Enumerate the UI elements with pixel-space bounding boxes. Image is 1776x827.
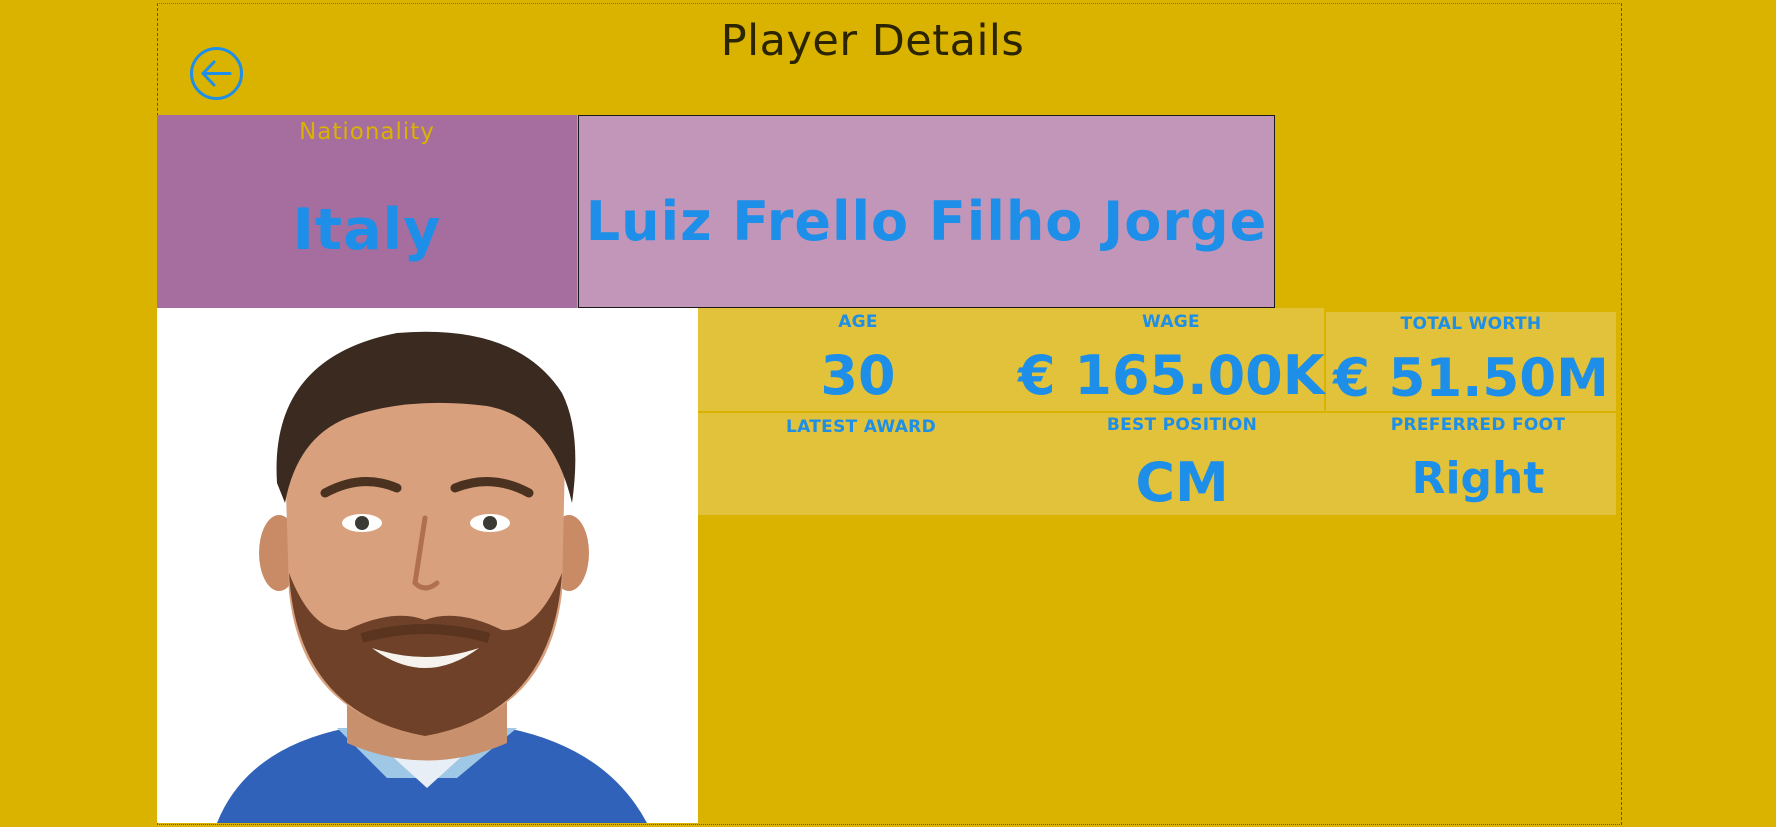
nationality-label: Nationality (299, 119, 435, 145)
stat-value-best-position: CM (1135, 451, 1229, 514)
back-button[interactable] (189, 46, 244, 101)
player-name: Luiz Frello Filho Jorge (585, 190, 1268, 253)
stat-value-age: 30 (820, 344, 896, 407)
stat-label-wage: WAGE (1142, 312, 1200, 332)
stat-value-preferred-foot: Right (1411, 453, 1545, 504)
player-photo (157, 308, 698, 823)
stat-value-wage: € 165.00K (1018, 344, 1325, 407)
stat-card-total-worth: TOTAL WORTH € 51.50M (1326, 312, 1616, 411)
stat-label-age: AGE (838, 312, 878, 332)
stat-card-wage: WAGE € 165.00K (1018, 308, 1325, 411)
page-title: Player Details (720, 16, 1025, 66)
nationality-card: Nationality Italy (157, 115, 577, 308)
stat-value-total-worth: € 51.50M (1333, 348, 1609, 409)
stat-card-age: AGE 30 (698, 308, 1018, 411)
report-page: Player Details Nationality Italy Luiz Fr… (0, 0, 1776, 827)
stat-label-preferred-foot: PREFERRED FOOT (1390, 415, 1566, 435)
stat-card-latest-award: LATEST AWARD (698, 413, 1024, 515)
stat-label-total-worth: TOTAL WORTH (1400, 314, 1542, 334)
nationality-value: Italy (292, 197, 442, 263)
player-headshot (157, 308, 698, 823)
stat-label-latest-award: LATEST AWARD (786, 417, 936, 437)
player-name-card: Luiz Frello Filho Jorge (578, 115, 1275, 308)
stat-label-best-position: BEST POSITION (1106, 415, 1258, 435)
arrow-left-circle-icon (190, 47, 243, 100)
stats-panel: AGE 30 WAGE € 165.00K TOTAL WORTH € 51.5… (698, 308, 1618, 515)
stat-card-best-position: BEST POSITION CM (1024, 413, 1340, 515)
stat-card-preferred-foot: PREFERRED FOOT Right (1340, 413, 1616, 515)
